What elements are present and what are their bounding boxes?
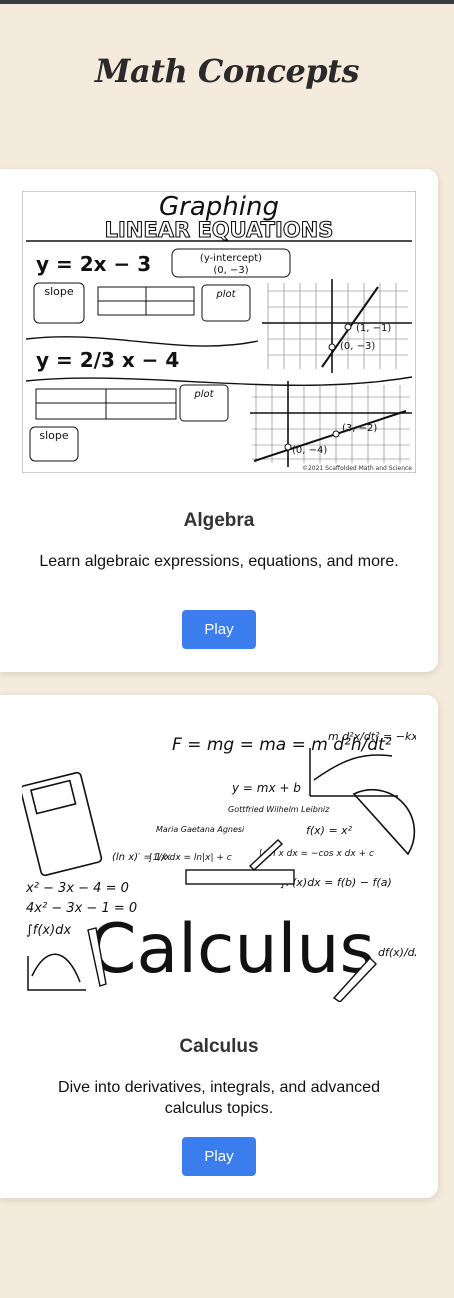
algebra-play-button[interactable]: Play — [182, 610, 256, 649]
algebra-slope-label-1: slope — [44, 285, 73, 298]
algebra-plot-label-1: plot — [215, 289, 236, 300]
calculus-formula-2: y = mx + b — [231, 781, 301, 795]
algebra-slope-label-2: slope — [39, 429, 68, 442]
ruler-icon — [185, 869, 295, 885]
calculus-description: Dive into derivatives, integrals, and ad… — [58, 1079, 380, 1117]
algebra-plot-label-2: plot — [193, 389, 214, 400]
calculus-formula-6: ∫f′(x)dx = f(b) − f(a) — [280, 876, 392, 889]
calculus-formula-3: x² − 3x − 4 = 0 — [25, 881, 129, 896]
algebra-image: Graphing LINEAR EQUATIONS y = 2x − 3 (y-… — [22, 191, 416, 473]
algebra-point-c: (3, −2) — [342, 423, 377, 434]
algebra-point-d: (0, −4) — [292, 445, 327, 456]
algebra-eq2: y = 2/3 x − 4 — [36, 348, 179, 372]
calculus-card: F = mg = ma = m d²h/dt² m d²x/dt² = −kx … — [0, 695, 438, 1198]
calculus-formula-7: m d²x/dt² = −kx — [328, 730, 416, 743]
calculus-word: Calculus — [89, 910, 375, 989]
calculus-name-1: Gottfried Wilhelm Leibniz — [228, 805, 330, 814]
calculus-formula-12: ∫1/x dx = ln|x| + c — [148, 853, 232, 863]
algebra-eq1: y = 2x − 3 — [36, 252, 151, 276]
algebra-point-b: (0, −3) — [340, 341, 375, 352]
algebra-title: Algebra — [183, 510, 255, 531]
algebra-description: Learn algebraic expressions, equations, … — [39, 553, 399, 570]
page-title: Math Concepts — [95, 52, 359, 90]
calculus-play-button[interactable]: Play — [182, 1137, 256, 1176]
algebra-copyright: ©2021 Scaffolded Math and Science — [302, 465, 412, 472]
calculus-formula-8: df(x)/dz — [378, 946, 416, 959]
top-window-bar — [0, 0, 454, 4]
algebra-heading-caps: LINEAR EQUATIONS — [105, 218, 334, 242]
algebra-point-a: (1, −1) — [356, 323, 391, 334]
calculus-formula-5: ∫f(x)dx — [26, 923, 71, 938]
calculus-name-2: Maria Gaetana Agnesi — [156, 825, 245, 834]
calculus-title: Calculus — [179, 1036, 259, 1057]
algebra-eq1-note: (y-intercept) — [200, 253, 262, 264]
algebra-eq1-point: (0, −3) — [213, 265, 248, 276]
calculus-formula-10: f(x) = x² — [306, 824, 353, 837]
algebra-card: Graphing LINEAR EQUATIONS y = 2x − 3 (y-… — [0, 169, 438, 672]
calculus-image: F = mg = ma = m d²h/dt² m d²x/dt² = −kx … — [22, 720, 416, 1002]
